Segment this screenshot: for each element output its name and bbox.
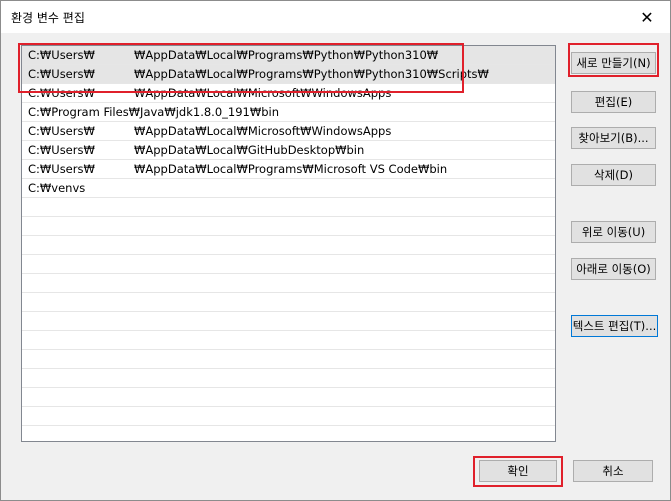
path-list-item[interactable]: C:₩Users₩ ₩AppData₩Local₩GitHubDesktop₩bi… <box>22 141 555 160</box>
path-list-item[interactable]: C:₩Users₩ ₩AppData₩Local₩Programs₩Python₩… <box>22 46 555 65</box>
empty-row <box>22 388 555 407</box>
path-prefix: C:₩venvs <box>28 181 86 195</box>
empty-row <box>22 293 555 312</box>
path-suffix: ₩AppData₩Local₩Programs₩Microsoft VS Cod… <box>134 162 448 176</box>
browse-button[interactable]: 찾아보기(B)... <box>571 127 656 149</box>
path-suffix: ₩AppData₩Local₩Microsoft₩WindowsApps <box>134 86 392 100</box>
close-icon[interactable]: ✕ <box>624 1 670 33</box>
path-prefix: C:₩Users₩ <box>28 48 95 62</box>
empty-row <box>22 331 555 350</box>
edit-env-var-dialog: 환경 변수 편집 ✕ C:₩Users₩ ₩AppData₩Local₩Progr… <box>0 0 671 501</box>
path-prefix: C:₩Users₩ <box>28 86 95 100</box>
path-list-item[interactable]: C:₩Users₩ ₩AppData₩Local₩Microsoft₩Window… <box>22 122 555 141</box>
empty-row <box>22 236 555 255</box>
title-bar: 환경 변수 편집 ✕ <box>1 1 670 33</box>
edit-text-button[interactable]: 텍스트 편집(T)... <box>571 315 658 337</box>
path-prefix: C:₩Users₩ <box>28 124 95 138</box>
new-button[interactable]: 새로 만들기(N) <box>571 52 656 74</box>
cancel-button[interactable]: 취소 <box>573 460 653 482</box>
empty-row <box>22 350 555 369</box>
path-list-item[interactable]: C:₩Users₩ ₩AppData₩Local₩Microsoft₩Window… <box>22 84 555 103</box>
edit-button[interactable]: 편집(E) <box>571 91 656 113</box>
path-list-item[interactable]: C:₩Users₩ ₩AppData₩Local₩Programs₩Microso… <box>22 160 555 179</box>
empty-row <box>22 312 555 331</box>
path-list-item[interactable]: C:₩venvs <box>22 179 555 198</box>
path-prefix: C:₩Program Files₩Java₩jdk1.8.0_191₩bin <box>28 105 279 119</box>
path-prefix: C:₩Users₩ <box>28 67 95 81</box>
empty-row <box>22 407 555 426</box>
move-up-button[interactable]: 위로 이동(U) <box>571 221 656 243</box>
dialog-title: 환경 변수 편집 <box>11 11 85 25</box>
path-prefix: C:₩Users₩ <box>28 143 95 157</box>
move-down-button[interactable]: 아래로 이동(O) <box>571 258 656 280</box>
delete-button[interactable]: 삭제(D) <box>571 164 656 186</box>
path-suffix: ₩AppData₩Local₩Microsoft₩WindowsApps <box>134 124 392 138</box>
path-prefix: C:₩Users₩ <box>28 162 95 176</box>
path-suffix: ₩AppData₩Local₩GitHubDesktop₩bin <box>134 143 365 157</box>
empty-row <box>22 274 555 293</box>
path-list[interactable]: C:₩Users₩ ₩AppData₩Local₩Programs₩Python₩… <box>21 45 556 442</box>
path-suffix: ₩AppData₩Local₩Programs₩Python₩Python310… <box>134 48 439 62</box>
empty-row <box>22 369 555 388</box>
ok-button[interactable]: 확인 <box>479 460 557 482</box>
path-list-item[interactable]: C:₩Program Files₩Java₩jdk1.8.0_191₩bin <box>22 103 555 122</box>
empty-row <box>22 198 555 217</box>
path-suffix: ₩AppData₩Local₩Programs₩Python₩Python310… <box>134 67 489 81</box>
empty-row <box>22 217 555 236</box>
path-list-item[interactable]: C:₩Users₩ ₩AppData₩Local₩Programs₩Python₩… <box>22 65 555 84</box>
empty-row <box>22 255 555 274</box>
